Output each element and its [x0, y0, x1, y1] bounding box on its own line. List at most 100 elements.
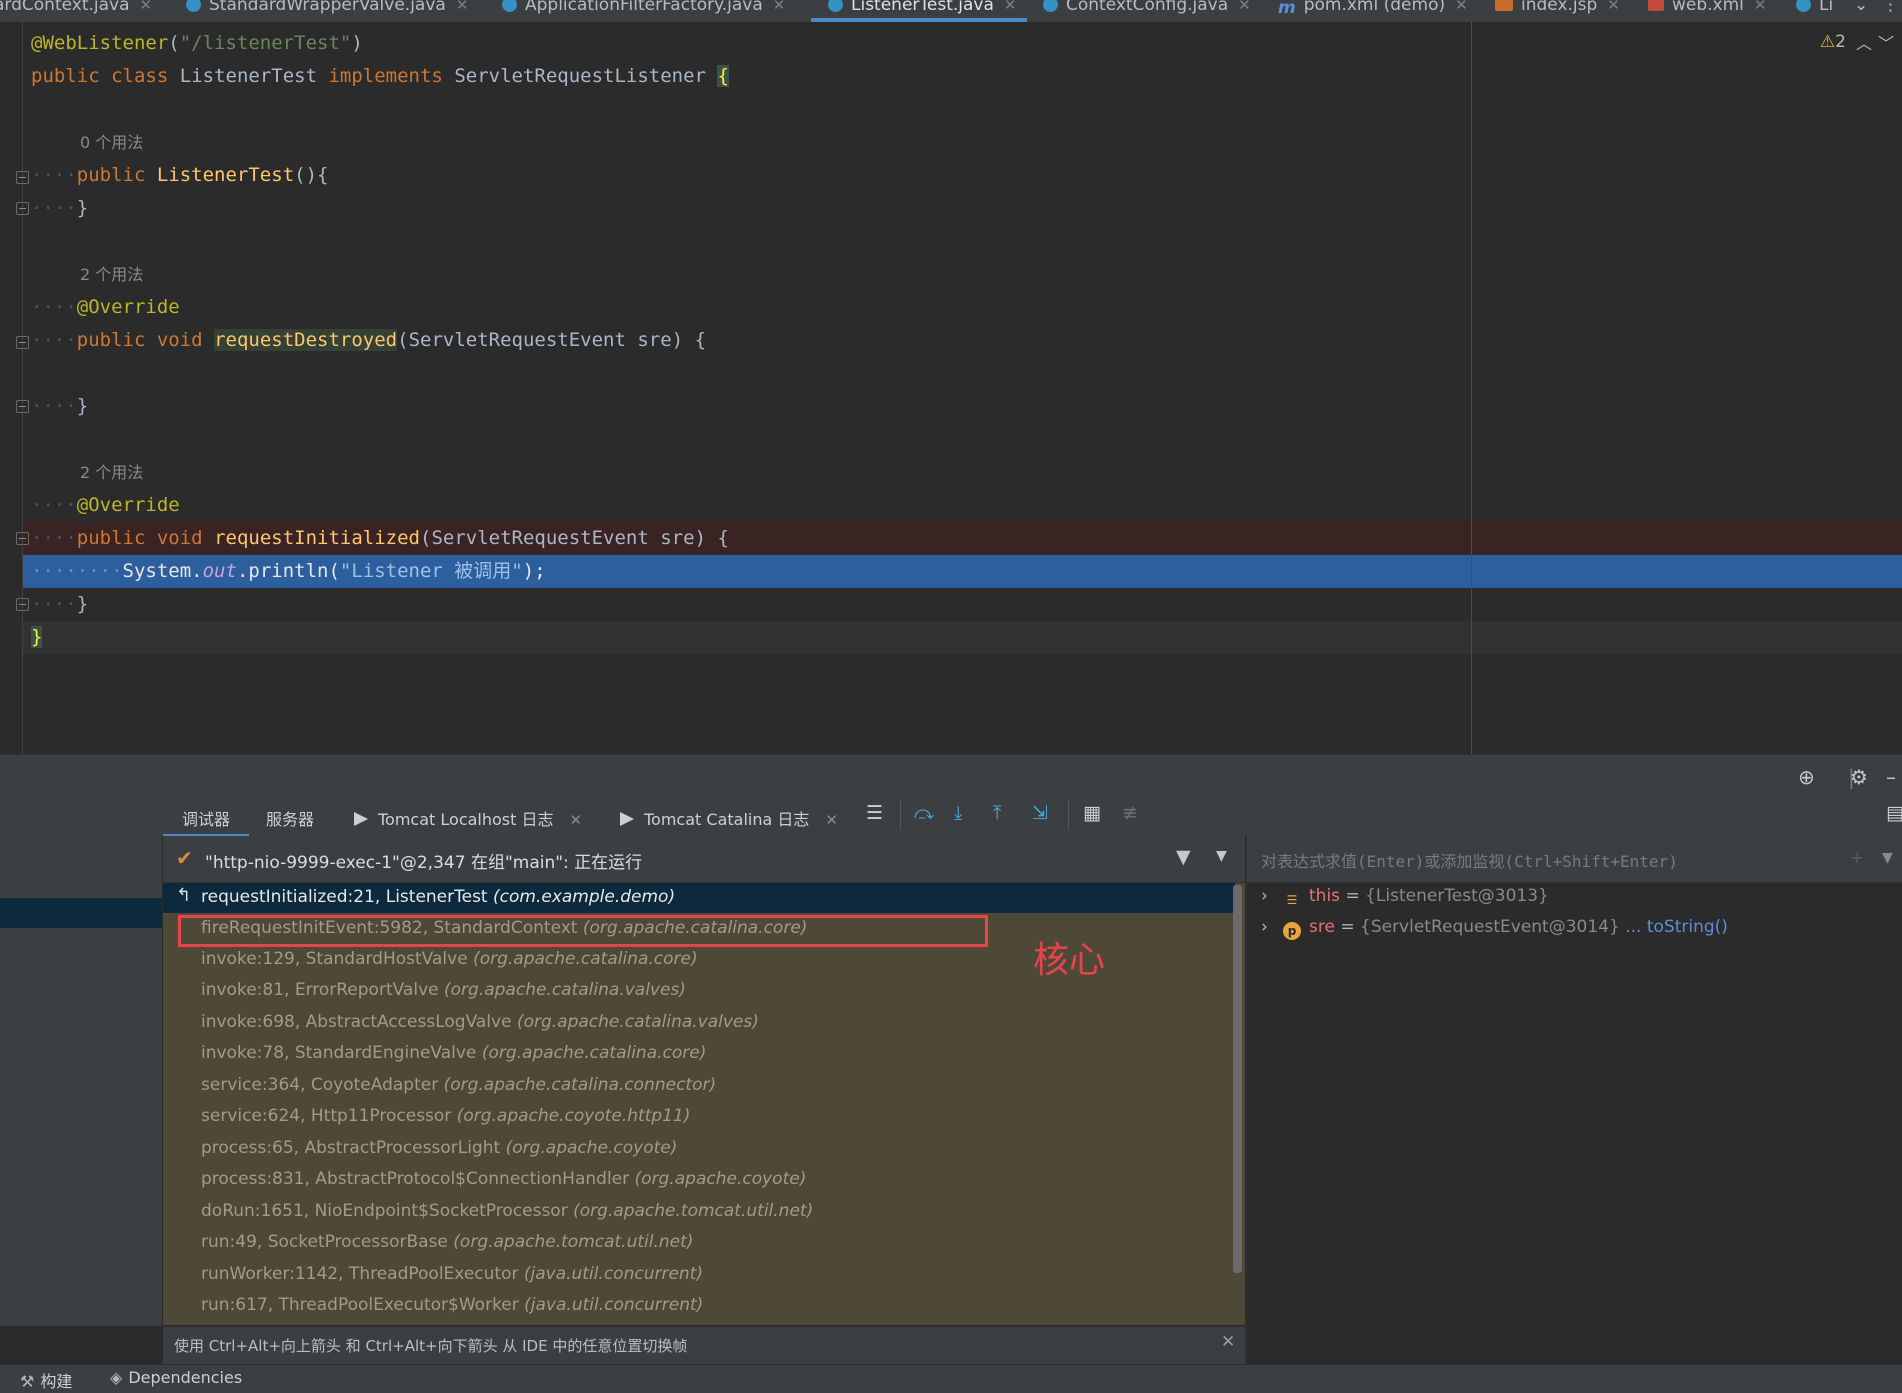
tab-tomcat-catalina-log[interactable]: Tomcat Catalina 日志 ✕ — [620, 806, 838, 830]
tab-tomcat-localhost-log[interactable]: Tomcat Localhost 日志 ✕ — [354, 806, 582, 830]
step-into-icon[interactable]: ⤓ — [954, 802, 962, 824]
tab-web-xml[interactable]: web.xml ✕ — [1648, 0, 1766, 20]
java-class-icon — [186, 0, 201, 12]
usage-hint[interactable]: 2 个用法 — [80, 456, 143, 489]
to-string-link[interactable]: ... toString() — [1625, 917, 1728, 937]
chevron-down-icon[interactable]: ▼ — [1882, 850, 1893, 866]
right-margin-guide — [1471, 22, 1472, 754]
code-line: @WebListener("/listenerTest") — [31, 32, 363, 54]
tab-applicationfilterfactory[interactable]: ApplicationFilterFactory.java ✕ — [502, 0, 785, 20]
gutter-divider — [22, 22, 23, 754]
crosshair-icon[interactable]: ⊕ — [1798, 765, 1815, 789]
stack-frame[interactable]: process:831, AbstractProtocol$Connection… — [201, 1164, 806, 1195]
tab-debugger[interactable]: 调试器 — [182, 806, 230, 830]
stack-frame[interactable]: requestInitialized:21, ListenerTest (com… — [201, 882, 675, 913]
maven-icon: m — [1278, 0, 1296, 18]
close-icon[interactable]: ✕ — [570, 811, 583, 829]
tabs-more-icon[interactable]: ⋮ — [1882, 0, 1899, 20]
code-line: ····@Override — [31, 296, 180, 318]
console-icon — [354, 812, 368, 826]
settings-gear-icon[interactable]: ⚙ — [1850, 765, 1868, 789]
tab-index-jsp[interactable]: index.jsp ✕ — [1495, 0, 1620, 20]
minimize-icon[interactable]: – — [1886, 765, 1896, 789]
usage-hint[interactable]: 2 个用法 — [80, 258, 143, 291]
stack-frame[interactable]: invoke:81, ErrorReportValve (org.apache.… — [201, 975, 686, 1006]
stack-frame[interactable]: run:49, SocketProcessorBase (org.apache.… — [201, 1227, 693, 1258]
fold-marker-icon[interactable] — [16, 532, 29, 545]
selected-session[interactable] — [0, 898, 162, 928]
fold-marker-icon[interactable] — [16, 202, 29, 215]
close-icon[interactable]: ✕ — [1238, 0, 1251, 14]
tab-standardcontext[interactable]: ardContext.java ✕ — [0, 0, 152, 20]
chevron-right-icon[interactable]: › — [1261, 917, 1283, 937]
tab-overflow[interactable]: Li — [1796, 0, 1833, 20]
debug-tabs-bar: 调试器 服务器 Tomcat Localhost 日志 ✕ Tomcat Cata… — [0, 794, 1902, 836]
tabs-dropdown-icon[interactable]: ⌄ — [1854, 0, 1868, 20]
xml-icon — [1648, 0, 1664, 11]
close-icon[interactable]: ✕ — [773, 0, 786, 14]
java-class-icon — [828, 0, 843, 12]
close-icon[interactable]: ✕ — [1004, 0, 1017, 14]
code-line: ····public void requestDestroyed(Servlet… — [31, 329, 707, 351]
field-list-icon: ☰ — [1286, 893, 1298, 907]
code-line: ····@Override — [31, 494, 180, 516]
layout-icon[interactable]: ▤ — [1886, 802, 1902, 824]
close-icon[interactable]: ✕ — [456, 0, 469, 14]
variable-row[interactable]: › p sre = {ServletRequestEvent@3014} ... t… — [1261, 917, 1728, 940]
frames-scrollbar[interactable] — [1233, 885, 1242, 1273]
java-class-icon — [502, 0, 517, 12]
tab-standardwrappervalve[interactable]: StandardWrapperValve.java ✕ — [186, 0, 468, 20]
step-out-icon[interactable]: ⤒ — [993, 802, 1001, 824]
fold-marker-icon[interactable] — [16, 400, 29, 413]
stack-frame[interactable]: invoke:129, StandardHostValve (org.apach… — [201, 944, 698, 975]
annotation-label: 核心 — [1033, 940, 1106, 981]
tab-contextconfig[interactable]: ContextConfig.java ✕ — [1043, 0, 1251, 20]
hammer-icon: ⚒ — [20, 1372, 35, 1391]
frame-switch-hint: 使用 Ctrl+Alt+向上箭头 和 Ctrl+Alt+向下箭头 从 IDE 中… — [174, 1337, 688, 1355]
tab-pom-xml[interactable]: m pom.xml (demo) ✕ — [1278, 0, 1468, 20]
chevron-down-icon[interactable]: ﹀ — [1878, 30, 1894, 54]
tab-servers[interactable]: 服务器 — [266, 806, 314, 830]
stack-frame[interactable]: service:364, CoyoteAdapter (org.apache.c… — [201, 1070, 716, 1101]
stack-frame[interactable]: run:617, ThreadPoolExecutor$Worker (java… — [201, 1290, 703, 1321]
filter-icon[interactable]: ▼ — [1176, 846, 1191, 868]
dependencies-tool-button[interactable]: ◈ Dependencies — [110, 1368, 242, 1387]
stack-frame[interactable]: runWorker:1142, ThreadPoolExecutor (java… — [201, 1259, 703, 1290]
build-tool-button[interactable]: ⚒ 构建 — [20, 1368, 72, 1392]
stack-frame[interactable]: invoke:78, StandardEngineValve (org.apac… — [201, 1038, 706, 1069]
fold-marker-icon[interactable] — [16, 336, 29, 349]
step-over-icon[interactable]: ⤼ — [914, 802, 934, 824]
java-class-icon — [1043, 0, 1058, 12]
fold-marker-icon[interactable] — [16, 598, 29, 611]
tab-listenertest[interactable]: ListenerTest.java ✕ — [828, 0, 1016, 20]
trace-stream-icon[interactable]: ≢ — [1122, 802, 1138, 824]
chevron-right-icon[interactable]: › — [1261, 886, 1283, 906]
close-icon[interactable]: ✕ — [1607, 0, 1620, 14]
fold-marker-icon[interactable] — [16, 171, 29, 184]
run-to-cursor-icon[interactable]: ⇲ — [1032, 802, 1048, 824]
stack-frame[interactable]: service:624, Http11Processor (org.apache… — [201, 1101, 690, 1132]
stack-frame[interactable]: process:65, AbstractProcessorLight (org.… — [201, 1133, 677, 1164]
threads-layout-icon[interactable]: ☰ — [866, 802, 883, 824]
chevron-down-icon[interactable]: ▼ — [1216, 848, 1227, 864]
stack-frame[interactable]: doRun:1651, NioEndpoint$SocketProcessor … — [201, 1196, 813, 1227]
close-icon[interactable]: ✕ — [140, 0, 153, 14]
close-icon[interactable]: ✕ — [1455, 0, 1468, 14]
close-icon[interactable]: ✕ — [825, 811, 838, 829]
usage-hint[interactable]: 0 个用法 — [80, 126, 143, 159]
console-icon — [620, 812, 634, 826]
chevron-up-icon[interactable]: ︿ — [1856, 30, 1872, 54]
layers-icon: ◈ — [110, 1368, 123, 1387]
stack-frame[interactable]: invoke:698, AbstractAccessLogValve (org.… — [201, 1007, 759, 1038]
close-icon[interactable]: ✕ — [1221, 1332, 1235, 1352]
inspection-warnings[interactable]: ⚠2 — [1820, 32, 1846, 52]
highlight-box — [178, 915, 988, 947]
close-icon[interactable]: ✕ — [1754, 0, 1767, 14]
add-watch-icon[interactable]: + — [1850, 848, 1864, 868]
checkmark-icon: ✔ — [176, 846, 193, 870]
evaluate-expression-icon[interactable]: ▦ — [1083, 802, 1101, 824]
variable-row[interactable]: › ☰ this = {ListenerTest@3013} — [1261, 886, 1549, 909]
java-class-icon — [1796, 0, 1811, 12]
parameter-icon: p — [1283, 922, 1301, 940]
return-arrow-icon: ↰ — [176, 885, 192, 906]
